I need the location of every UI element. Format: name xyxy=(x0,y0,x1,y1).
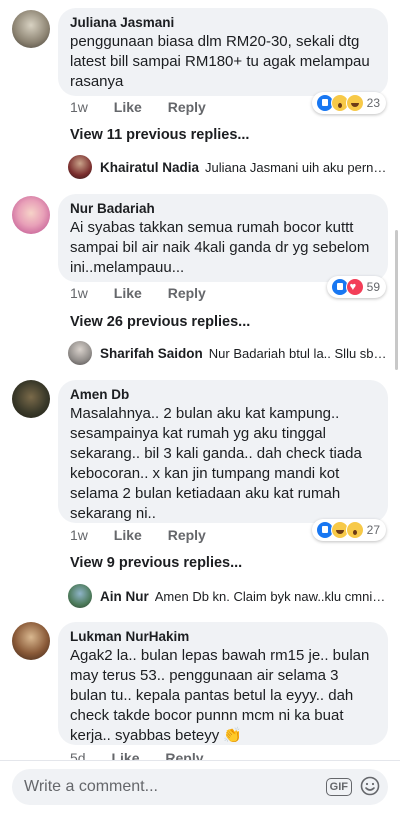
reply-text: Nur Badariah btul la.. Sllu sbln... xyxy=(208,345,388,361)
avatar[interactable] xyxy=(12,196,50,234)
comment-bubble: Nur Badariah Ai syabas takkan semua ruma… xyxy=(58,194,388,282)
avatar[interactable] xyxy=(12,380,50,418)
comment-text: Ai syabas takkan semua rumah bocor kuttt… xyxy=(70,219,370,276)
reply-preview[interactable]: Sharifah Saidon Nur Badariah btul la.. S… xyxy=(68,341,388,365)
reaction-summary[interactable]: 59 xyxy=(326,276,386,298)
scrollbar[interactable] xyxy=(395,230,398,370)
reply-text: Juliana Jasmani uih aku perna... xyxy=(205,159,388,175)
comment-time[interactable]: 5d xyxy=(70,750,86,760)
comment-time[interactable]: 1w xyxy=(70,527,88,543)
comment-text: penggunaan biasa dlm RM20-30, sekali dtg… xyxy=(70,33,370,90)
emoji-icon[interactable] xyxy=(360,776,380,796)
comment-bubble: Amen Db Masalahnya.. 2 bulan aku kat kam… xyxy=(58,380,388,523)
reaction-count: 59 xyxy=(366,280,380,294)
comment-feed: Juliana Jasmani penggunaan biasa dlm RM2… xyxy=(0,0,400,760)
reaction-count: 23 xyxy=(366,96,380,110)
view-previous-replies-link[interactable]: View 26 previous replies... xyxy=(70,314,250,330)
view-previous-replies-link[interactable]: View 11 previous replies... xyxy=(70,127,249,143)
reaction-count: 27 xyxy=(366,523,380,537)
reply-button[interactable]: Reply xyxy=(168,527,206,543)
comment-actions: 1w Like Reply xyxy=(70,527,228,543)
reply-button[interactable]: Reply xyxy=(165,750,203,760)
reply-author: Ain Nur xyxy=(100,588,149,604)
comment-author[interactable]: Juliana Jasmani xyxy=(70,15,376,30)
reply-preview[interactable]: Ain Nur Amen Db kn. Claim byk naw..klu c… xyxy=(68,584,388,608)
comment-text: Agak2 la.. bulan lepas bawah rm15 je.. b… xyxy=(70,647,370,744)
reply-button[interactable]: Reply xyxy=(168,285,206,301)
comment-actions: 5d Like Reply xyxy=(70,750,226,760)
reaction-summary[interactable]: 27 xyxy=(311,519,386,541)
avatar[interactable] xyxy=(12,622,50,660)
comment-author[interactable]: Nur Badariah xyxy=(70,201,376,216)
reply-preview[interactable]: Khairatul Nadia Juliana Jasmani uih aku … xyxy=(68,155,388,179)
comment-actions: 1w Like Reply xyxy=(70,285,228,301)
comment-composer: Write a comment... GIF xyxy=(0,760,400,813)
haha-icon xyxy=(345,94,364,112)
comment-time[interactable]: 1w xyxy=(70,99,88,115)
reply-author: Sharifah Saidon xyxy=(100,345,203,361)
avatar xyxy=(68,584,92,608)
reply-author: Khairatul Nadia xyxy=(100,159,200,175)
comment-actions: 1w Like Reply xyxy=(70,99,228,115)
comment-bubble: Lukman NurHakim Agak2 la.. bulan lepas b… xyxy=(58,622,388,745)
like-button[interactable]: Like xyxy=(114,99,142,115)
comment-bubble: Juliana Jasmani penggunaan biasa dlm RM2… xyxy=(58,8,388,96)
view-previous-replies-link[interactable]: View 9 previous replies... xyxy=(70,555,242,571)
like-button[interactable]: Like xyxy=(111,750,139,760)
reaction-summary[interactable]: 23 xyxy=(311,92,386,114)
avatar[interactable] xyxy=(12,10,50,48)
reply-button[interactable]: Reply xyxy=(168,99,206,115)
wow-icon xyxy=(345,521,364,539)
comment-author[interactable]: Lukman NurHakim xyxy=(70,629,376,644)
comment-author[interactable]: Amen Db xyxy=(70,387,376,402)
avatar xyxy=(68,341,92,365)
comment-text: Masalahnya.. 2 bulan aku kat kampung.. s… xyxy=(70,405,362,522)
like-button[interactable]: Like xyxy=(114,285,142,301)
love-icon xyxy=(345,278,364,296)
avatar xyxy=(68,155,92,179)
like-button[interactable]: Like xyxy=(114,527,142,543)
gif-icon[interactable]: GIF xyxy=(325,778,352,796)
comment-time[interactable]: 1w xyxy=(70,285,88,301)
reply-text: Amen Db kn. Claim byk naw..klu cmni xr..… xyxy=(154,588,388,604)
